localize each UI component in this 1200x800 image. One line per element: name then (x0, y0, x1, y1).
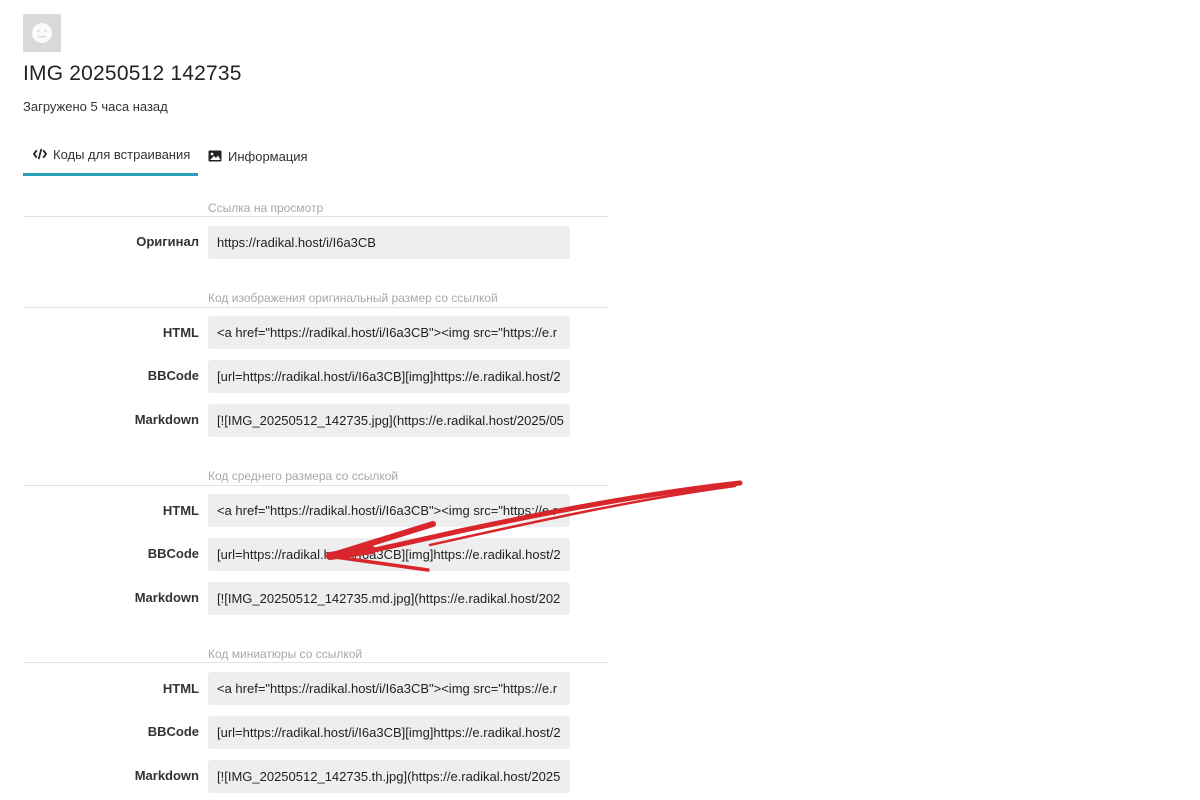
section-caption-original-size: Код изображения оригинальный размер со с… (208, 291, 498, 305)
section-divider (23, 216, 608, 217)
section-caption-view-link: Ссылка на просмотр (208, 201, 324, 215)
upload-time: Загружено 5 часа назад (23, 99, 168, 114)
section-caption-thumbnail: Код миниатюры со ссылкой (208, 647, 363, 661)
section-divider (23, 662, 608, 663)
annotation-arrow (326, 480, 743, 572)
medium-html-field[interactable]: <a href="https://radikal.host/i/I6a3CB">… (208, 494, 570, 527)
row-label-markdown: Markdown (134, 412, 199, 427)
page-title: IMG 20250512 142735 (23, 62, 242, 85)
image-icon (208, 149, 222, 163)
row-label-html: HTML (162, 325, 199, 340)
tab-information[interactable]: Информация (208, 135, 318, 177)
row-label-bbcode: BBCode (147, 724, 199, 739)
section-divider (23, 485, 608, 486)
section-caption-medium-size: Код среднего размера со ссылкой (208, 469, 399, 483)
avatar (23, 14, 61, 52)
view-link-original-field[interactable]: https://radikal.host/i/I6a3CB (208, 226, 570, 259)
code-icon (33, 147, 47, 161)
row-label-html: HTML (162, 681, 199, 696)
medium-bbcode-field[interactable]: [url=https://radikal.host/i/I6a3CB][img]… (208, 538, 570, 571)
thumbnail-bbcode-field[interactable]: [url=https://radikal.host/i/I6a3CB][img]… (208, 716, 570, 749)
neutral-face-icon (32, 23, 52, 43)
row-label-bbcode: BBCode (147, 368, 199, 383)
row-label-original: Оригинал (136, 234, 199, 249)
medium-markdown-field[interactable]: [![IMG_20250512_142735.md.jpg](https://e… (208, 582, 570, 615)
tab-bar: Коды для встраивания Информация (23, 135, 353, 179)
thumbnail-markdown-field[interactable]: [![IMG_20250512_142735.th.jpg](https://e… (208, 760, 570, 793)
row-label-markdown: Markdown (134, 590, 199, 605)
row-label-markdown: Markdown (134, 768, 199, 783)
original-markdown-field[interactable]: [![IMG_20250512_142735.jpg](https://e.ra… (208, 404, 570, 437)
tab-information-label: Информация (228, 148, 308, 164)
tab-embed-codes-label: Коды для встраивания (53, 146, 191, 162)
original-html-field[interactable]: <a href="https://radikal.host/i/I6a3CB">… (208, 316, 570, 349)
row-label-bbcode: BBCode (147, 546, 199, 561)
original-bbcode-field[interactable]: [url=https://radikal.host/i/I6a3CB][img]… (208, 360, 570, 393)
thumbnail-html-field[interactable]: <a href="https://radikal.host/i/I6a3CB">… (208, 672, 570, 705)
tab-embed-codes[interactable]: Коды для встраивания (23, 135, 198, 176)
section-divider (23, 307, 608, 308)
row-label-html: HTML (162, 503, 199, 518)
